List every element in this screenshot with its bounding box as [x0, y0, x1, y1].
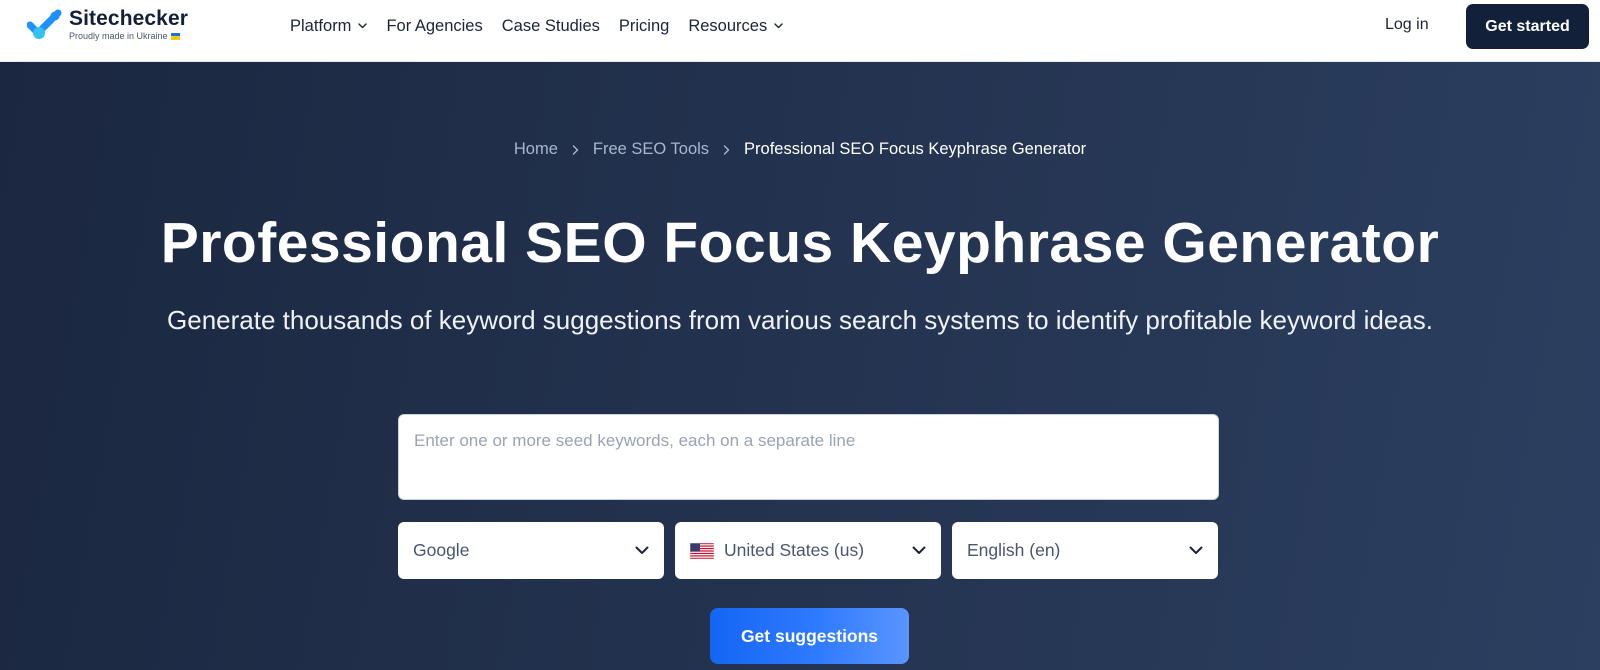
- logo-tagline: Proudly made in Ukraine: [69, 31, 188, 41]
- site-header: Sitechecker Proudly made in Ukraine Plat…: [0, 0, 1600, 62]
- chevron-down-icon: [912, 546, 926, 554]
- chevron-down-icon: [358, 23, 368, 29]
- breadcrumb-free-seo-tools[interactable]: Free SEO Tools: [593, 140, 709, 159]
- nav-item-case-studies[interactable]: Case Studies: [502, 17, 600, 36]
- nav-item-resources[interactable]: Resources: [688, 17, 783, 36]
- chevron-down-icon: [635, 546, 649, 554]
- nav-item-label: Resources: [688, 16, 768, 35]
- nav-item-platform[interactable]: Platform: [290, 16, 368, 36]
- logo-name: Sitechecker: [69, 7, 189, 30]
- search-engine-select[interactable]: Google: [398, 522, 664, 579]
- country-select[interactable]: United States (us): [675, 522, 941, 579]
- chevron-down-icon: [1189, 546, 1203, 554]
- chevron-right-icon: [723, 144, 730, 155]
- chevron-down-icon: [774, 23, 783, 29]
- language-select[interactable]: English (en): [952, 522, 1218, 579]
- hero-section: Home Free SEO Tools Professional SEO Foc…: [0, 62, 1600, 670]
- get-suggestions-button[interactable]: Get suggestions: [710, 608, 909, 664]
- nav-item-for-agencies[interactable]: For Agencies: [386, 17, 482, 36]
- nav-item-label: For Agencies: [386, 16, 483, 35]
- sitechecker-logo[interactable]: Sitechecker Proudly made in Ukraine: [27, 8, 188, 41]
- seed-keywords-input[interactable]: [398, 414, 1219, 500]
- nav-item-label: Case Studies: [501, 16, 600, 35]
- breadcrumb-current: Professional SEO Focus Keyphrase Generat…: [744, 140, 1087, 158]
- country-value: United States (us): [724, 540, 865, 560]
- us-flag-icon: [690, 542, 714, 559]
- page-title: Professional SEO Focus Keyphrase Generat…: [160, 211, 1440, 275]
- page-subtitle: Generate thousands of keyword suggestion…: [167, 305, 1433, 335]
- get-started-button[interactable]: Get started: [1466, 4, 1589, 49]
- breadcrumb-home[interactable]: Home: [514, 140, 558, 159]
- search-engine-value: Google: [413, 540, 470, 560]
- nav-item-pricing[interactable]: Pricing: [619, 17, 669, 36]
- language-value: English (en): [967, 540, 1061, 560]
- login-link[interactable]: Log in: [1385, 16, 1429, 34]
- sitechecker-logo-icon: [27, 9, 62, 39]
- nav-item-label: Platform: [290, 16, 352, 35]
- nav-item-label: Pricing: [618, 16, 670, 35]
- main-nav: Platform For Agencies Case Studies Prici…: [290, 0, 802, 52]
- logo-tagline-text: Proudly made in Ukraine: [69, 31, 168, 41]
- chevron-right-icon: [572, 144, 579, 155]
- breadcrumb: Home Free SEO Tools Professional SEO Foc…: [0, 140, 1600, 159]
- ukraine-flag-icon: [170, 32, 180, 40]
